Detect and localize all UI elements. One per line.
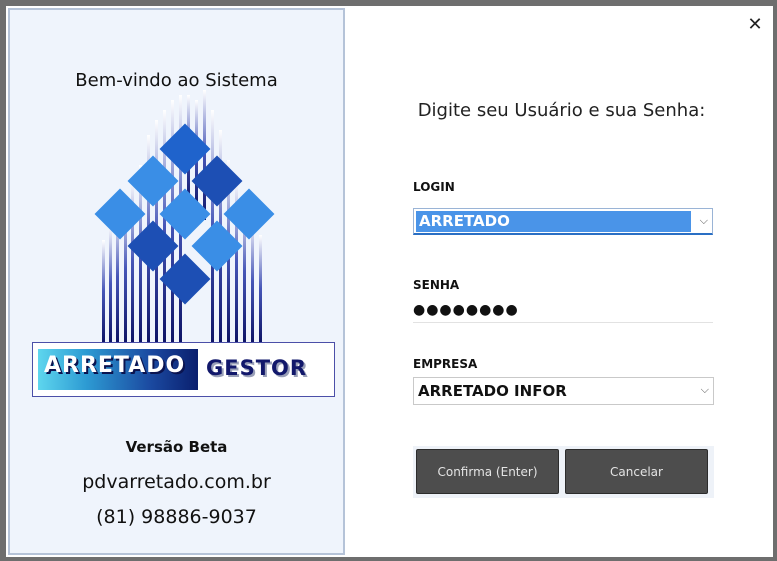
login-prompt: Digite seu Usuário e sua Senha:	[417, 100, 706, 121]
empresa-dropdown[interactable]: ARRETADO INFOR ⌵	[413, 377, 714, 405]
empresa-label: EMPRESA	[413, 357, 478, 371]
version-label: Versão Beta	[125, 438, 228, 456]
close-icon[interactable]: ✕	[744, 14, 766, 36]
logo-word-arretado: ARRETADO	[44, 353, 186, 378]
chevron-down-icon[interactable]: ⌵	[700, 214, 708, 228]
chevron-down-icon[interactable]: ⌵	[701, 383, 709, 397]
senha-label: SENHA	[413, 278, 460, 292]
logo-graphic	[94, 90, 275, 342]
logo-diamonds	[94, 123, 275, 305]
button-bar: Confirma (Enter) Cancelar	[413, 446, 714, 498]
confirm-button[interactable]: Confirma (Enter)	[416, 449, 559, 494]
login-dropdown[interactable]: ARRETADO ⌵	[413, 208, 713, 235]
phone-text: (81) 98886-9037	[96, 506, 257, 528]
login-value: ARRETADO	[416, 211, 691, 232]
branding-panel: Bem-vindo ao Sistema ARRETADO GESTOR Ver…	[8, 8, 345, 555]
login-window: Bem-vindo ao Sistema ARRETADO GESTOR Ver…	[0, 0, 777, 561]
website-text: pdvarretado.com.br	[82, 471, 271, 493]
logo-word-gestor: GESTOR	[206, 356, 308, 380]
logo-banner: ARRETADO GESTOR	[32, 342, 335, 397]
login-label: LOGIN	[413, 180, 455, 194]
empresa-value: ARRETADO INFOR	[418, 382, 567, 400]
password-input[interactable]: ●●●●●●●●	[413, 302, 713, 323]
cancel-button[interactable]: Cancelar	[565, 449, 708, 494]
